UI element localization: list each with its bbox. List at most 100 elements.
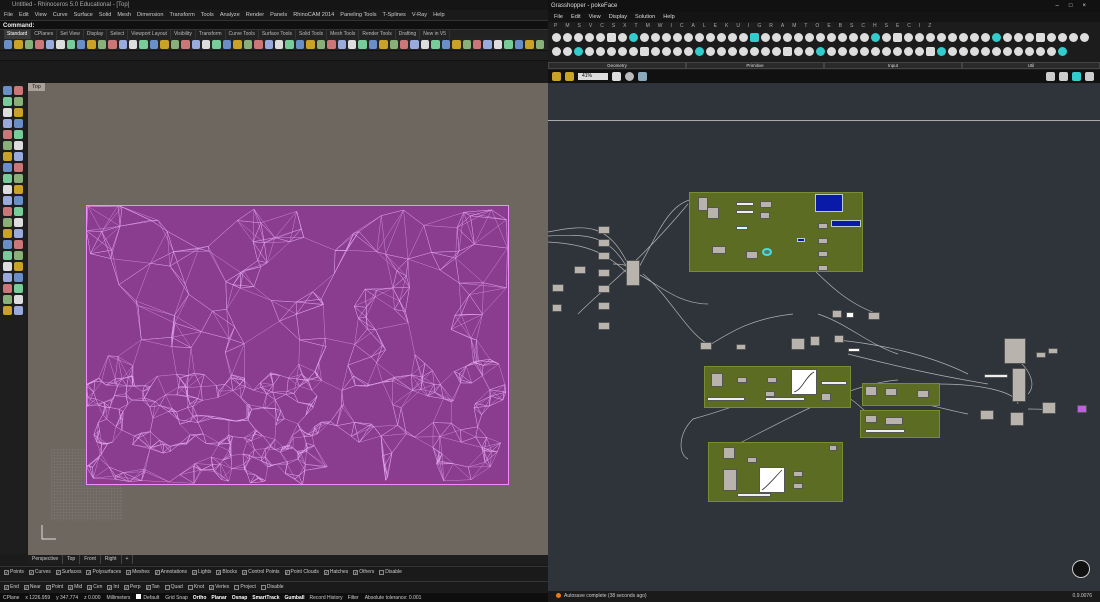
component-icon[interactable] — [948, 33, 957, 42]
toolbar-tool-icon[interactable] — [181, 40, 190, 49]
component-icon[interactable] — [662, 33, 671, 42]
check-icon[interactable]: ✓ — [209, 584, 215, 590]
component-icon[interactable] — [926, 33, 935, 42]
gh-category-tab[interactable]: Z — [928, 22, 931, 30]
gh-component[interactable] — [598, 269, 610, 277]
component-group[interactable] — [704, 366, 851, 408]
navigation-widget[interactable] — [1072, 560, 1090, 578]
tool-icon[interactable] — [14, 108, 23, 117]
component-icon[interactable] — [618, 47, 627, 56]
swatch-blue[interactable] — [797, 238, 805, 242]
gh-component[interactable] — [821, 393, 831, 401]
component-icon[interactable] — [585, 47, 594, 56]
component-icon[interactable] — [607, 33, 616, 42]
gh-component[interactable] — [598, 285, 610, 293]
save-file-icon[interactable] — [565, 72, 574, 81]
tool-icon[interactable] — [14, 86, 23, 95]
component-icon[interactable] — [1003, 33, 1012, 42]
gh-component[interactable] — [598, 302, 610, 310]
selected-preview-icon[interactable] — [1085, 72, 1094, 81]
toolbar-tool-icon[interactable] — [76, 40, 86, 49]
toolbar-tool-icon[interactable] — [212, 40, 221, 49]
gh-category-tab[interactable]: E — [714, 22, 717, 30]
sketch-icon[interactable] — [638, 72, 647, 81]
gh-component[interactable] — [885, 388, 897, 396]
check-icon[interactable] — [187, 584, 193, 590]
toolbar-tool-icon[interactable] — [233, 40, 242, 49]
component-icon[interactable] — [827, 33, 836, 42]
gh-panel-label[interactable]: Input — [824, 62, 962, 69]
gh-component[interactable] — [818, 223, 828, 229]
tool-icon[interactable] — [3, 240, 12, 249]
tool-icon[interactable] — [14, 174, 23, 183]
toolbar-tool-icon[interactable] — [14, 40, 23, 49]
gh-category-tab[interactable]: A — [781, 22, 784, 30]
toolbar-tool-icon[interactable] — [129, 40, 138, 49]
checkbox-blocks[interactable]: ✓ Blocks — [216, 569, 237, 575]
component-icon[interactable] — [1080, 33, 1089, 42]
component-icon[interactable] — [926, 47, 935, 56]
zoom-level[interactable]: 41% — [578, 73, 608, 80]
menu-item[interactable]: Analyze — [220, 10, 240, 20]
gh-component[interactable] — [598, 239, 610, 247]
component-icon[interactable] — [706, 33, 715, 42]
toolbar-tool-icon[interactable] — [160, 40, 169, 49]
check-icon[interactable]: ✓ — [23, 584, 29, 590]
component-icon[interactable] — [992, 33, 1001, 42]
number-slider[interactable] — [707, 397, 745, 401]
gh-category-tab[interactable]: I — [919, 22, 920, 30]
checkbox-disable[interactable]: Disable — [260, 584, 284, 590]
toolbar-tool-icon[interactable] — [472, 40, 482, 49]
checkbox-control-points[interactable]: ✓ Control Points — [242, 569, 280, 575]
check-icon[interactable]: ✓ — [87, 584, 93, 590]
component-icon[interactable] — [739, 47, 748, 56]
open-file-icon[interactable] — [552, 72, 561, 81]
gh-menu-item[interactable]: View — [589, 12, 601, 22]
tool-icon[interactable] — [3, 185, 12, 194]
tool-icon[interactable] — [3, 196, 12, 205]
gh-component[interactable] — [829, 445, 837, 451]
component-icon[interactable] — [1014, 33, 1023, 42]
gh-component[interactable] — [791, 338, 805, 350]
shaded-preview-icon[interactable] — [1072, 72, 1081, 81]
status-toggle[interactable]: Planar — [211, 595, 226, 601]
gh-component[interactable] — [1004, 338, 1026, 364]
tool-icon[interactable] — [14, 185, 23, 194]
toolbar-tab[interactable]: Standard — [4, 30, 32, 39]
number-slider[interactable] — [765, 397, 805, 401]
menu-item[interactable]: Edit — [19, 10, 29, 20]
gh-category-tab[interactable]: V — [589, 22, 592, 30]
toolbar-tool-icon[interactable] — [97, 40, 107, 49]
check-icon[interactable] — [260, 584, 266, 590]
checkbox-vertex[interactable]: ✓ Vertex — [209, 584, 229, 590]
checkbox-quad[interactable]: Quad — [164, 584, 183, 590]
component-icon[interactable] — [618, 33, 627, 42]
component-icon[interactable] — [805, 47, 814, 56]
tool-icon[interactable] — [14, 295, 23, 304]
viewport-tab[interactable]: Front — [80, 555, 101, 564]
component-icon[interactable] — [1014, 47, 1023, 56]
status-toggle[interactable]: Record History — [310, 595, 343, 601]
tool-icon[interactable] — [3, 284, 12, 293]
tool-icon[interactable] — [3, 141, 12, 150]
check-icon[interactable]: ✓ — [45, 584, 51, 590]
component-icon[interactable] — [640, 33, 649, 42]
toolbar-tool-icon[interactable] — [222, 40, 232, 49]
gh-category-tab[interactable]: U — [736, 22, 740, 30]
gh-category-tab[interactable]: C — [680, 22, 684, 30]
tool-icon[interactable] — [14, 163, 23, 172]
component-icon[interactable] — [739, 33, 748, 42]
component-icon[interactable] — [1025, 33, 1034, 42]
gh-component[interactable] — [598, 252, 610, 260]
tool-icon[interactable] — [3, 251, 12, 260]
tool-icon[interactable] — [3, 152, 12, 161]
gh-component[interactable] — [711, 373, 723, 387]
tool-icon[interactable] — [3, 163, 12, 172]
toolbar-tool-icon[interactable] — [66, 40, 75, 49]
status-toggle[interactable]: SmartTrack — [252, 595, 279, 601]
component-icon[interactable] — [970, 47, 979, 56]
gh-category-tab[interactable]: S — [612, 22, 615, 30]
gh-component[interactable] — [832, 310, 842, 318]
component-group[interactable] — [708, 442, 843, 502]
tool-icon[interactable] — [3, 273, 12, 282]
